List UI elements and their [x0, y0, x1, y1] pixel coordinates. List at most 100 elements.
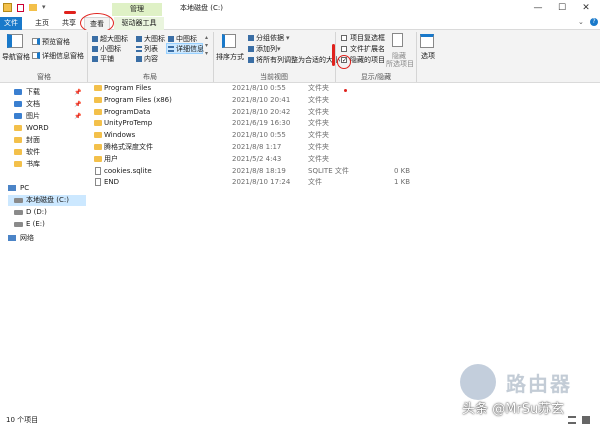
sidebar-item-pc[interactable]: PC — [8, 183, 84, 194]
folder-icon — [94, 96, 102, 103]
hidden-items-label[interactable]: 隐藏的项目 — [350, 56, 385, 65]
sidebar-item-drive[interactable]: D (D:) — [8, 207, 86, 218]
sidebar-item[interactable]: WORD — [14, 123, 84, 134]
sidebar-item[interactable]: 软件 — [14, 147, 84, 158]
file-row[interactable]: Windows 2021/8/10 0:55 文件夹 — [94, 130, 424, 141]
content-icon — [136, 56, 142, 62]
group-label-pane: 窗格 — [37, 73, 51, 81]
file-name: Program Files (x86) — [104, 95, 172, 104]
sidebar-item-label: 本地磁盘 (C:) — [26, 196, 69, 204]
new-folder-quick-icon[interactable] — [29, 4, 37, 11]
folder-icon — [94, 120, 102, 127]
preview-pane-button[interactable]: 预览窗格 — [42, 38, 70, 47]
sidebar-item-label: 文档 — [26, 100, 40, 108]
sidebar-item-label: 网络 — [20, 234, 34, 242]
options-button[interactable]: 选项 — [421, 52, 435, 61]
content-option[interactable]: 内容 — [144, 55, 158, 64]
file-date: 2021/8/8 1:17 — [232, 143, 282, 151]
file-name: END — [104, 178, 120, 187]
preview-pane-icon — [32, 38, 40, 45]
tiles-option[interactable]: 平铺 — [100, 55, 114, 64]
details-view-icon[interactable] — [568, 416, 576, 424]
file-name: 腾格式深度文件 — [104, 143, 153, 151]
file-row[interactable]: cookies.sqlite 2021/8/8 18:19 SQLITE 文件 0 K… — [94, 166, 424, 177]
navigation-pane: 下载 📌 文档 📌 图片 📌 WORD 封面软件书库 PC 本地磁盘 (C:) D (D:) E (E… — [0, 84, 88, 414]
file-type: 文件夹 — [308, 119, 329, 128]
navigation-pane-icon — [7, 34, 23, 48]
sort-by-button[interactable]: 排序方式 — [216, 53, 244, 62]
window-title: 本地磁盘 (C:) — [180, 4, 223, 12]
file-date: 2021/8/10 20:41 — [232, 95, 291, 104]
file-extensions-label[interactable]: 文件扩展名 — [350, 45, 385, 54]
add-columns-dropdown-icon[interactable]: ▾ — [277, 45, 281, 53]
sidebar-item-drive[interactable]: E (E:) — [8, 219, 86, 230]
add-columns-button[interactable]: 添加列 — [256, 45, 277, 54]
sidebar-item-label: 封面 — [26, 136, 40, 144]
chevron-down-icon[interactable]: ▾ — [42, 3, 46, 11]
hide-selected-button-line2: 所选项目 — [386, 60, 414, 68]
file-date: 2021/8/8 18:19 — [232, 166, 286, 175]
tab-home[interactable]: 主页 — [32, 17, 52, 30]
manage-tab[interactable]: 管理 — [112, 3, 162, 16]
file-row[interactable]: Program Files (x86) 2021/8/10 20:41 文件夹 — [94, 95, 424, 106]
sidebar-item[interactable]: 书库 — [14, 159, 84, 170]
file-type: 文件夹 — [308, 84, 329, 92]
list-option[interactable]: 列表 — [144, 45, 158, 54]
file-extensions-checkbox[interactable] — [341, 46, 347, 52]
sidebar-item[interactable]: 图片 📌 — [14, 111, 84, 122]
maximize-button[interactable]: ☐ — [550, 0, 574, 16]
large-icons-view-icon[interactable] — [582, 416, 590, 424]
file-type: 文件 — [308, 178, 322, 187]
ribbon-expand-icon[interactable]: ⌄ — [578, 18, 584, 26]
file-row[interactable]: ProgramData 2021/8/10 20:42 文件夹 — [94, 107, 424, 118]
file-row[interactable]: END 2021/8/10 17:24 文件 1 KB — [94, 177, 424, 188]
tab-file[interactable]: 文件 — [0, 17, 22, 30]
sidebar-item[interactable]: 封面 — [14, 135, 84, 146]
folder-icon — [94, 108, 102, 115]
tiles-icon — [92, 56, 98, 62]
item-count: 10 个项目 — [6, 416, 39, 424]
item-checkboxes-label[interactable]: 项目复选框 — [350, 34, 385, 43]
drive-icon — [14, 198, 23, 203]
file-row[interactable]: UnityProTemp 2021/6/19 16:30 文件夹 — [94, 118, 424, 129]
file-row[interactable]: Program Files 2021/8/10 0:55 文件夹 — [94, 83, 424, 94]
add-columns-icon — [248, 46, 254, 52]
size-columns-icon — [248, 57, 254, 63]
file-name: 用户 — [104, 154, 118, 163]
small-icons-option[interactable]: 小图标 — [100, 45, 121, 54]
sidebar-item-label: 图片 — [26, 112, 40, 120]
help-icon[interactable]: ? — [590, 18, 598, 26]
sidebar-item-network[interactable]: 网络 — [8, 233, 84, 244]
properties-quick-icon[interactable] — [17, 4, 24, 12]
folder-icon — [14, 137, 22, 143]
list-icon — [136, 46, 142, 52]
item-checkboxes-checkbox[interactable] — [341, 35, 347, 41]
medium-icons-icon — [168, 36, 174, 42]
navigation-pane-button[interactable]: 导航窗格 — [2, 53, 30, 62]
group-by-dropdown-icon[interactable]: ▾ — [286, 34, 290, 42]
tab-share[interactable]: 共享 — [59, 17, 79, 30]
extra-large-icons-option[interactable]: 超大图标 — [100, 35, 128, 44]
layout-scroll-icon[interactable]: ▴ ▾ ▾ — [205, 34, 208, 58]
details-option[interactable]: 详细信息 — [176, 45, 204, 54]
details-pane-button[interactable]: 详细信息窗格 — [42, 52, 84, 61]
size-all-columns-button[interactable]: 将所有列调整为合适的大小 — [256, 56, 340, 65]
group-by-button[interactable]: 分组依据 — [256, 34, 284, 43]
sidebar-item[interactable]: 文档 📌 — [14, 99, 84, 110]
file-row[interactable]: 腾格式深度文件 2021/8/8 1:17 文件夹 — [94, 142, 424, 153]
sidebar-item[interactable]: 下载 📌 — [14, 87, 84, 98]
file-name: cookies.sqlite — [104, 166, 152, 175]
watermark-brand: 路由器 — [506, 372, 572, 396]
large-icons-option[interactable]: 大图标 — [144, 35, 165, 44]
file-date: 2021/8/10 20:42 — [232, 107, 291, 116]
file-name: ProgramData — [104, 107, 151, 116]
file-date: 2021/6/19 16:30 — [232, 119, 291, 128]
sidebar-item-drive[interactable]: 本地磁盘 (C:) — [8, 195, 86, 206]
file-row[interactable]: 用户 2021/5/2 4:43 文件夹 — [94, 154, 424, 165]
details-pane-icon — [32, 52, 40, 59]
tab-drive-tools[interactable]: 驱动器工具 — [114, 17, 164, 30]
close-button[interactable]: ✕ — [574, 0, 598, 16]
sidebar-item-label: 软件 — [26, 148, 40, 156]
minimize-button[interactable]: — — [526, 0, 550, 16]
sidebar-item-label: 下载 — [26, 88, 40, 96]
